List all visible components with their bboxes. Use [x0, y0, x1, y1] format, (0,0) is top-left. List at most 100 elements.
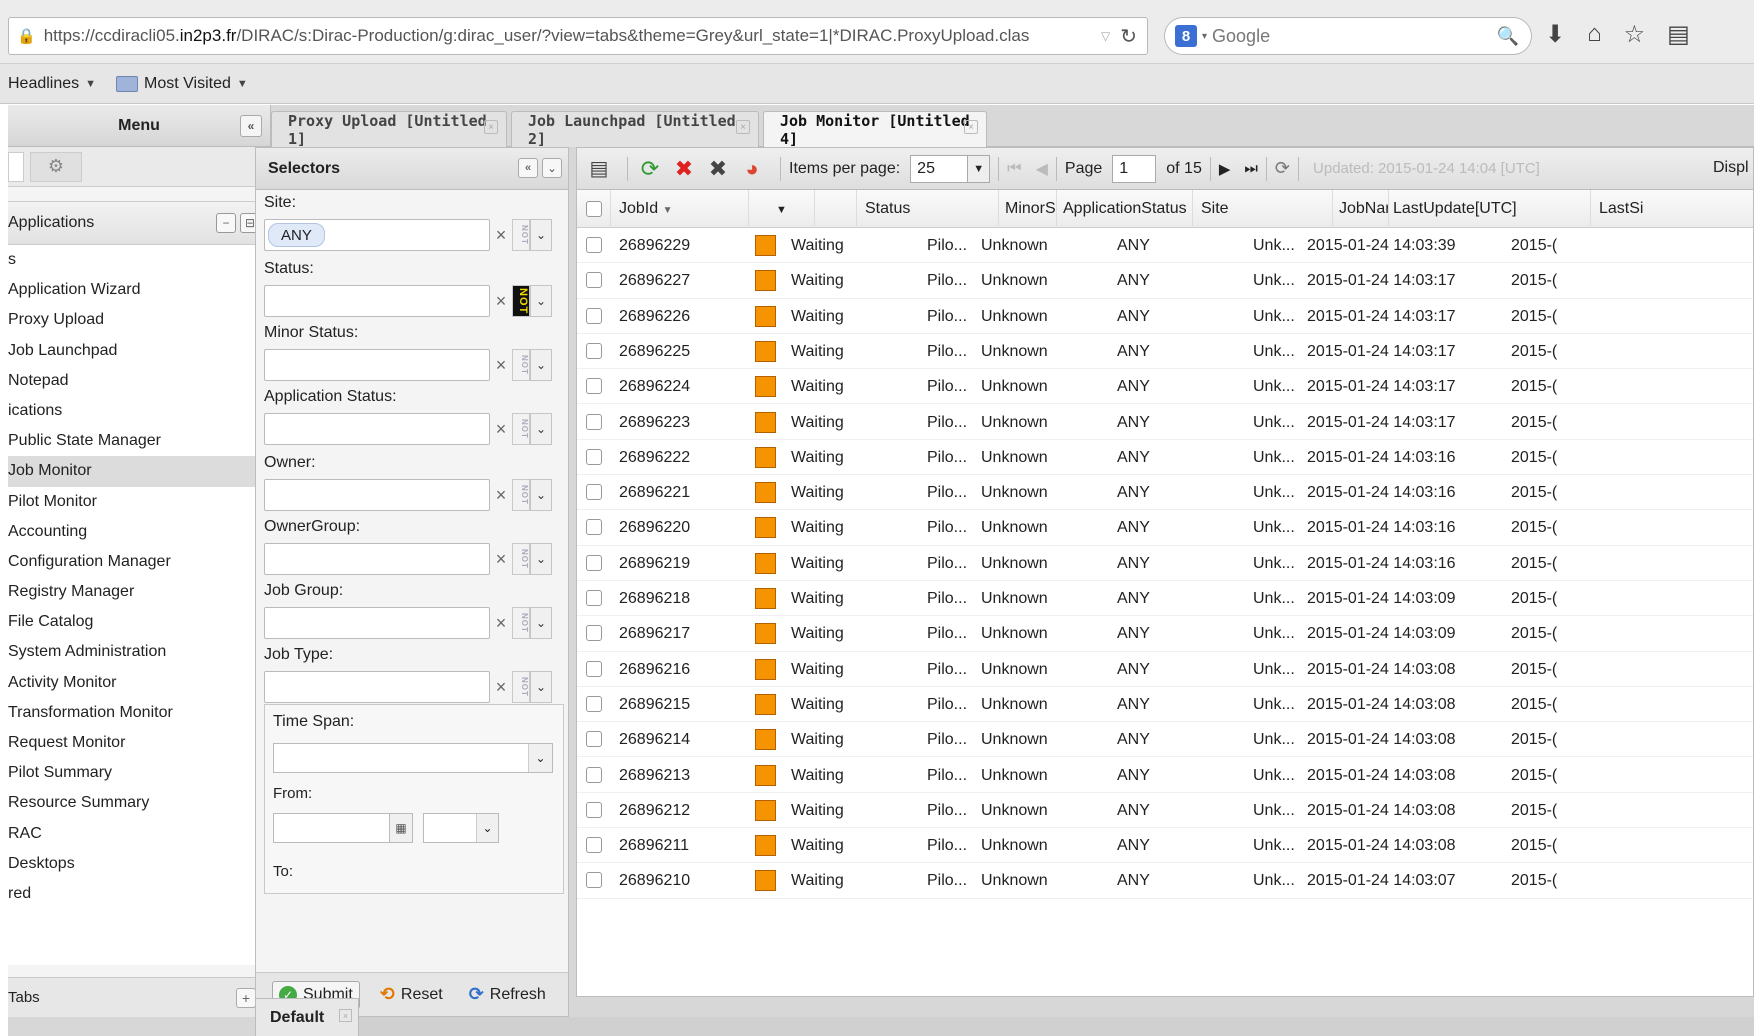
delete-icon[interactable]: ✖	[704, 155, 732, 183]
column-lastupdate[interactable]: LastUpdate[UTC]	[1389, 190, 1591, 228]
applications-header[interactable]: Applications − ⊟	[8, 201, 270, 245]
from-time-select[interactable]: ⌄	[423, 813, 499, 843]
table-row[interactable]: 26896214 Waiting Pilo... Unknown ANY Unk... 20…	[577, 722, 1753, 758]
selector-input[interactable]	[264, 543, 490, 575]
chevron-down-icon[interactable]: ⌄	[530, 349, 552, 381]
collapse-down-icon[interactable]: ⌄	[542, 158, 562, 178]
search-icon[interactable]: 🔍	[1497, 26, 1519, 47]
sidebar-item[interactable]: Notepad	[8, 366, 270, 396]
sidebar-item[interactable]: Accounting	[8, 517, 270, 547]
selector-input[interactable]	[264, 349, 490, 381]
url-bar[interactable]: 🔒 https://ccdiracli05.in2p3.fr/DIRAC/s:D…	[8, 17, 1148, 55]
sidebar-item[interactable]: ications	[8, 396, 270, 426]
sidebar-item[interactable]: s	[8, 245, 270, 275]
row-checkbox[interactable]	[586, 625, 602, 642]
sidebar-item[interactable]: Registry Manager	[8, 577, 270, 607]
not-toggle[interactable]: NOT	[512, 607, 530, 639]
clear-icon[interactable]: ×	[490, 677, 512, 698]
column-jobid[interactable]: JobId ▼	[611, 190, 749, 228]
row-checkbox[interactable]	[586, 695, 602, 712]
table-row[interactable]: 26896217 Waiting Pilo... Unknown ANY Unk... 20…	[577, 616, 1753, 652]
table-row[interactable]: 26896227 Waiting Pilo... Unknown ANY Unk... 20…	[577, 263, 1753, 299]
selector-input[interactable]	[264, 607, 490, 639]
chevron-down-icon[interactable]: ▼	[968, 154, 991, 183]
column-lastsignofLife[interactable]: LastSi	[1591, 190, 1753, 228]
table-row[interactable]: 26896225 Waiting Pilo... Unknown ANY Unk... 20…	[577, 334, 1753, 370]
row-checkbox[interactable]	[586, 554, 602, 571]
menu-tab-apps[interactable]	[8, 151, 24, 182]
close-icon[interactable]: ×	[484, 120, 498, 134]
sidebar-item[interactable]: Job Launchpad	[8, 336, 270, 366]
table-row[interactable]: 26896221 Waiting Pilo... Unknown ANY Unk... 20…	[577, 475, 1753, 511]
row-checkbox[interactable]	[586, 378, 602, 395]
google-engine-icon[interactable]: 8	[1175, 25, 1197, 47]
tab-job-launchpad[interactable]: Job Launchpad [Untitled 2] ×	[511, 111, 759, 148]
not-toggle[interactable]: NOT	[512, 479, 530, 511]
not-toggle[interactable]: NOT	[512, 413, 530, 445]
not-toggle[interactable]: NOT	[512, 349, 530, 381]
table-row[interactable]: 26896220 Waiting Pilo... Unknown ANY Unk... 20…	[577, 510, 1753, 546]
chevron-down-icon[interactable]: ⌄	[530, 607, 552, 639]
engine-dropdown-icon[interactable]: ▾	[1202, 31, 1207, 42]
clear-icon[interactable]: ×	[490, 419, 512, 440]
close-icon[interactable]: ×	[736, 120, 750, 134]
items-per-page-input[interactable]: 25	[910, 154, 969, 183]
row-checkbox[interactable]	[586, 660, 602, 677]
row-checkbox[interactable]	[586, 237, 602, 253]
page-input[interactable]: 1	[1112, 154, 1157, 183]
chevron-down-icon[interactable]: ⌄	[530, 671, 552, 703]
sidebar-item[interactable]: Proxy Upload	[8, 305, 270, 335]
clear-icon[interactable]: ×	[490, 549, 512, 570]
selector-input[interactable]: ANY	[264, 219, 490, 251]
first-page-icon[interactable]: ⏮	[1007, 160, 1021, 178]
home-icon[interactable]: ⌂	[1587, 20, 1602, 49]
selected-chip[interactable]: ANY	[268, 223, 325, 247]
clipboard-icon[interactable]: ▤	[1667, 20, 1690, 49]
sidebar-item[interactable]: Request Monitor	[8, 728, 270, 758]
pie-chart-icon[interactable]: ◕	[738, 155, 766, 183]
row-checkbox[interactable]	[586, 448, 602, 465]
chevron-down-icon[interactable]: ⌄	[530, 413, 552, 445]
column-jobname[interactable]: JobNar	[1333, 190, 1389, 228]
chevron-down-icon[interactable]: ⌄	[528, 744, 552, 772]
table-row[interactable]: 26896212 Waiting Pilo... Unknown ANY Unk... 20…	[577, 793, 1753, 829]
tab-proxy-upload[interactable]: Proxy Upload [Untitled 1] ×	[271, 111, 507, 148]
sidebar-item[interactable]: Transformation Monitor	[8, 698, 270, 728]
chevron-down-icon[interactable]: ⌄	[530, 479, 552, 511]
row-checkbox[interactable]	[586, 590, 602, 606]
bookmark-most-visited[interactable]: Most Visited ▼	[116, 75, 248, 93]
clear-icon[interactable]: ×	[490, 225, 512, 246]
clear-icon[interactable]: ×	[490, 291, 512, 312]
row-checkbox[interactable]	[586, 766, 602, 783]
row-checkbox[interactable]	[586, 837, 602, 854]
table-row[interactable]: 26896213 Waiting Pilo... Unknown ANY Unk... 20…	[577, 758, 1753, 793]
add-icon[interactable]: +	[236, 988, 256, 1008]
sidebar-item[interactable]: Public State Manager	[8, 426, 270, 456]
sidebar-item[interactable]: Configuration Manager	[8, 547, 270, 577]
column-menu-trigger[interactable]: ▼	[749, 190, 815, 228]
selector-input[interactable]	[264, 479, 490, 511]
selector-input[interactable]	[264, 285, 490, 317]
collapse-left-icon[interactable]: «	[518, 158, 538, 178]
download-icon[interactable]: ⬇	[1545, 20, 1565, 49]
selector-input[interactable]	[264, 413, 490, 445]
chevron-down-icon[interactable]: ⌄	[530, 285, 552, 317]
row-checkbox[interactable]	[586, 731, 602, 748]
next-page-icon[interactable]: ▶	[1219, 160, 1231, 178]
minus-icon[interactable]: −	[216, 213, 236, 233]
display-button[interactable]: Displ	[1713, 159, 1749, 177]
column-site[interactable]: Site	[1193, 190, 1333, 228]
table-row[interactable]: 26896210 Waiting Pilo... Unknown ANY Unk... 20…	[577, 863, 1753, 899]
row-checkbox[interactable]	[586, 342, 602, 359]
refresh-button[interactable]: ⟳ Refresh	[463, 980, 552, 1009]
sidebar-item[interactable]: Desktops	[8, 849, 270, 879]
sidebar-item[interactable]: Pilot Monitor	[8, 487, 270, 517]
chevron-down-icon[interactable]: ⌄	[476, 814, 498, 842]
tab-default[interactable]: Default ×	[255, 998, 359, 1036]
clear-icon[interactable]: ×	[490, 355, 512, 376]
clear-icon[interactable]: ×	[490, 613, 512, 634]
table-row[interactable]: 26896211 Waiting Pilo... Unknown ANY Unk... 20…	[577, 828, 1753, 864]
search-box[interactable]: 8 ▾ Google 🔍	[1164, 17, 1532, 55]
table-row[interactable]: 26896216 Waiting Pilo... Unknown ANY Unk... 20…	[577, 652, 1753, 687]
table-row[interactable]: 26896223 Waiting Pilo... Unknown ANY Unk... 20…	[577, 405, 1753, 440]
